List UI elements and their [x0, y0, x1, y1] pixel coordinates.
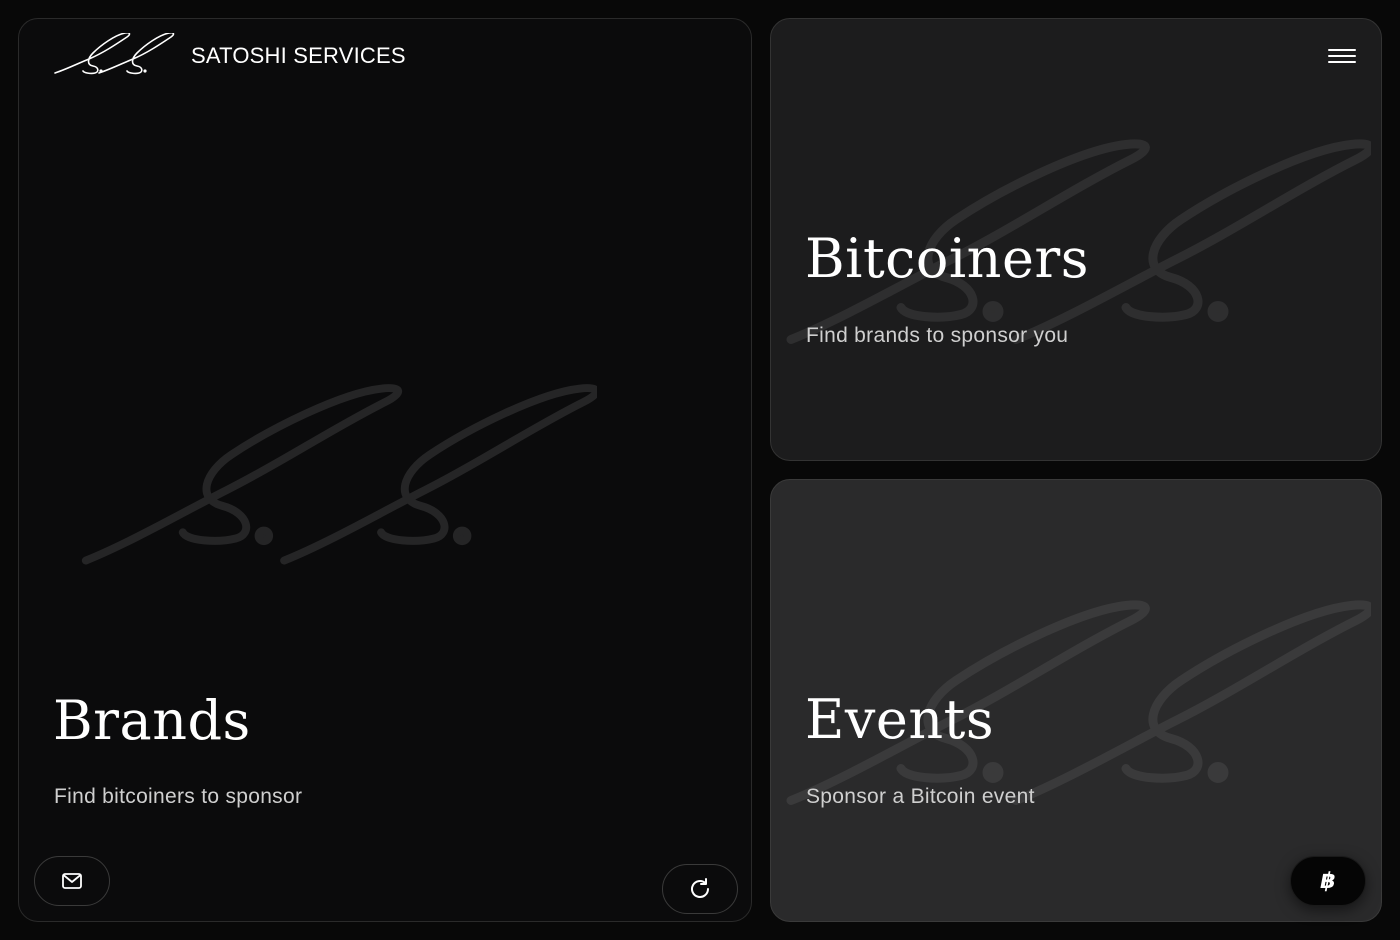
bitcoin-icon: ฿ — [1320, 868, 1336, 894]
bitcoiners-title: Bitcoiners — [805, 227, 1089, 290]
refresh-button[interactable] — [662, 864, 738, 914]
events-subtitle: Sponsor a Bitcoin event — [806, 785, 1035, 808]
mail-icon — [62, 873, 82, 889]
signature-watermark-icon — [77, 369, 597, 589]
site-header: SATOSHI SERVICES — [53, 33, 406, 79]
hamburger-menu-icon[interactable] — [1327, 45, 1357, 69]
ss-signature-logo-icon[interactable] — [53, 33, 175, 79]
bitcoiners-subtitle: Find brands to sponsor you — [806, 324, 1069, 347]
events-card[interactable]: Events Sponsor a Bitcoin event — [770, 479, 1382, 922]
page: SATOSHI SERVICES Brands Find bitcoiners … — [0, 0, 1400, 940]
brands-subtitle: Find bitcoiners to sponsor — [54, 785, 303, 808]
brand-name[interactable]: SATOSHI SERVICES — [191, 43, 406, 69]
mail-button[interactable] — [34, 856, 110, 906]
brands-title: Brands — [53, 689, 251, 752]
refresh-icon — [691, 878, 709, 898]
bitcoiners-card[interactable]: Bitcoiners Find brands to sponsor you — [770, 18, 1382, 461]
bitcoin-button[interactable]: ฿ — [1290, 856, 1366, 906]
brands-card[interactable]: SATOSHI SERVICES Brands Find bitcoiners … — [18, 18, 752, 922]
events-title: Events — [805, 688, 995, 751]
